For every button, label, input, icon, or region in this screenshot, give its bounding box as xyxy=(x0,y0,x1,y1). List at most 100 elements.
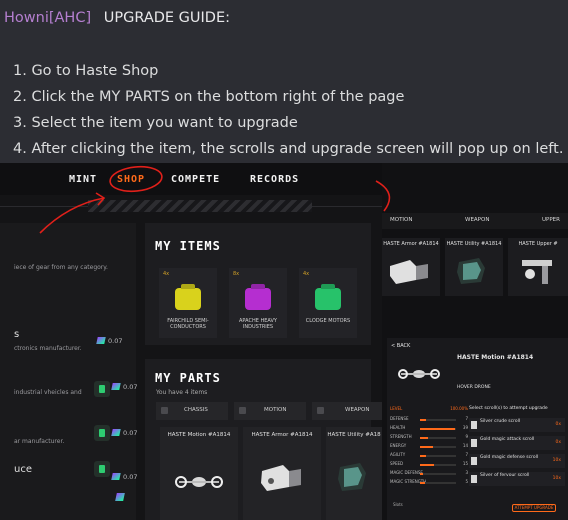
scroll-cost: 0x xyxy=(555,440,561,445)
top-nav: MINT SHOP COMPETE RECORDS xyxy=(0,163,382,195)
part-card[interactable]: HASTE Upper # xyxy=(508,238,568,296)
part-card[interactable]: HASTE Motion #A1814 xyxy=(160,427,238,520)
back-button[interactable]: < BACK xyxy=(391,343,410,349)
scroll-option[interactable]: Silver of fervour scroll 10x xyxy=(469,472,565,486)
shop-row-desc: ar manufacturer. xyxy=(14,438,65,445)
tab-weapon[interactable]: WEAPON xyxy=(465,217,489,223)
part-name: HASTE Upper # xyxy=(518,241,558,247)
stat-name: LEVEL xyxy=(390,406,403,411)
weapon-icon xyxy=(317,407,324,414)
stat-value: 7 xyxy=(465,416,468,421)
part-title: HASTE Motion #A1814 xyxy=(457,354,534,361)
message-title: UPGRADE GUIDE: xyxy=(103,10,231,26)
part-name: HASTE Motion #A1814 xyxy=(167,432,231,438)
attached-screenshot[interactable]: MINT SHOP COMPETE RECORDS iece of gear f… xyxy=(0,163,568,520)
part-card[interactable]: HASTE Utility #A1814 xyxy=(445,238,503,296)
tab-upper[interactable]: UPPER xyxy=(542,217,560,223)
part-card[interactable]: HASTE Armor #A1814 xyxy=(243,427,321,520)
nav-mint[interactable]: MINT xyxy=(69,174,97,185)
stat-bar-fill xyxy=(420,446,433,448)
step-item: 3. Select the item you want to upgrade xyxy=(13,115,298,131)
item-card[interactable]: 4x CLODGE MOTORS xyxy=(299,268,357,338)
stat-bar xyxy=(420,473,456,475)
stat-bar-fill xyxy=(420,455,427,457)
shop-row-desc: industrial vheicles and xyxy=(14,389,82,396)
stat-row: MAGIC DEFENSE 3 xyxy=(390,470,468,478)
stat-row: STRENGTH 9 xyxy=(390,434,468,442)
scroll-cost: 10x xyxy=(552,458,561,463)
price-label[interactable]: 0.07 xyxy=(96,337,122,345)
parts-count: You have 4 items xyxy=(156,389,208,396)
stat-bar-fill xyxy=(420,482,425,484)
stat-value: 100.00% xyxy=(450,406,468,411)
item-card[interactable]: 8x APACHE HEAVY INDUSTRIES xyxy=(229,268,287,338)
author-name[interactable]: Howni[AHC] xyxy=(4,10,91,26)
tab-chassis[interactable]: CHASSIS xyxy=(156,402,228,420)
part-name: HASTE Utility #A1814 xyxy=(446,241,502,247)
part-card[interactable]: HASTE Utility #A18 xyxy=(326,427,382,520)
item-level: 4x xyxy=(163,271,170,277)
scroll-option[interactable]: Gold magic attack scroll 0x xyxy=(469,436,565,450)
stat-bar xyxy=(420,482,456,484)
stat-value: 14 xyxy=(462,443,468,448)
shop-list: iece of gear from any category. s ctroni… xyxy=(0,223,138,520)
stat-value: 15 xyxy=(462,461,468,466)
price-label[interactable]: 0.07 xyxy=(111,383,138,391)
stat-name: MAGIC DEFENSE xyxy=(390,470,423,475)
scroll-option[interactable]: Gold magic defense scroll 10x xyxy=(469,454,565,468)
item-card[interactable]: 4x FAIRCHILD SEMI-CONDUCTORS xyxy=(159,268,217,338)
scroll-option[interactable]: Silver crude scroll 0x xyxy=(469,418,565,432)
stat-value: 5 xyxy=(465,479,468,484)
stat-value: 9 xyxy=(465,434,468,439)
shop-row-title: s xyxy=(14,329,20,340)
chassis-icon xyxy=(161,407,168,414)
stat-name: AGILITY xyxy=(390,452,406,457)
item-level: 8x xyxy=(233,271,240,277)
stat-bar xyxy=(420,419,456,421)
upgrade-panel: < BACK HASTE Motion #A1814 HOVER DRONE L… xyxy=(387,338,568,520)
upper-part-icon xyxy=(522,260,552,284)
stat-row: AGILITY 7 xyxy=(390,452,468,460)
gear-box-icon xyxy=(94,425,110,441)
parts-tabs: MOTION WEAPON UPPER xyxy=(382,213,568,229)
price-label[interactable]: 0.07 xyxy=(111,429,137,437)
utility-part-icon xyxy=(338,463,366,491)
stat-value: 3 xyxy=(465,470,468,475)
armor-part-icon xyxy=(390,260,428,284)
stat-bar-fill xyxy=(420,437,429,439)
scroll-name: Silver of fervour scroll xyxy=(480,473,530,478)
tab-weapon[interactable]: WEAPON xyxy=(312,402,382,420)
item-name: CLODGE MOTORS xyxy=(305,318,351,324)
part-name: HASTE Armor #A1814 xyxy=(383,241,439,247)
upgrade-screen: MOTION WEAPON UPPER HASTE Armor #A1814 H… xyxy=(382,163,568,520)
motion-icon xyxy=(239,407,246,414)
part-card[interactable]: HASTE Armor #A1814 xyxy=(382,238,440,296)
nav-compete[interactable]: COMPETE xyxy=(171,174,220,185)
part-subtitle: HOVER DRONE xyxy=(457,385,491,390)
scroll-icon xyxy=(471,421,477,429)
gear-box-icon xyxy=(94,461,110,477)
item-name: FAIRCHILD SEMI-CONDUCTORS xyxy=(167,318,209,330)
shop-intro: iece of gear from any category. xyxy=(14,264,108,271)
steps-list: 1. Go to Haste Shop 2. Click the MY PART… xyxy=(13,58,563,162)
tab-label: MOTION xyxy=(264,407,287,413)
stat-row: ENERGY 14 xyxy=(390,443,468,451)
price-label[interactable]: 0.07 xyxy=(111,473,137,481)
nav-records[interactable]: RECORDS xyxy=(250,174,299,185)
stat-value: 7 xyxy=(465,452,468,457)
price-value: 0.07 xyxy=(123,383,138,391)
tab-label: WEAPON xyxy=(345,407,370,413)
nav-shop[interactable]: SHOP xyxy=(117,174,145,185)
utility-part-icon xyxy=(457,258,485,284)
stat-bar xyxy=(420,437,456,439)
message-header: Howni[AHC] UPGRADE GUIDE: xyxy=(4,10,230,26)
step-item: 1. Go to Haste Shop xyxy=(13,63,159,79)
scroll-cost: 10x xyxy=(552,476,561,481)
stat-name: SPEED xyxy=(390,461,404,466)
tab-motion[interactable]: MOTION xyxy=(234,402,306,420)
hover-drone-icon xyxy=(175,476,223,488)
attempt-upgrade-button[interactable]: ATTEMPT UPGRADE xyxy=(512,504,556,512)
tab-motion[interactable]: MOTION xyxy=(390,217,413,223)
tab-label: CHASSIS xyxy=(184,407,208,413)
step-item: 4. After clicking the item, the scrolls … xyxy=(13,141,564,157)
